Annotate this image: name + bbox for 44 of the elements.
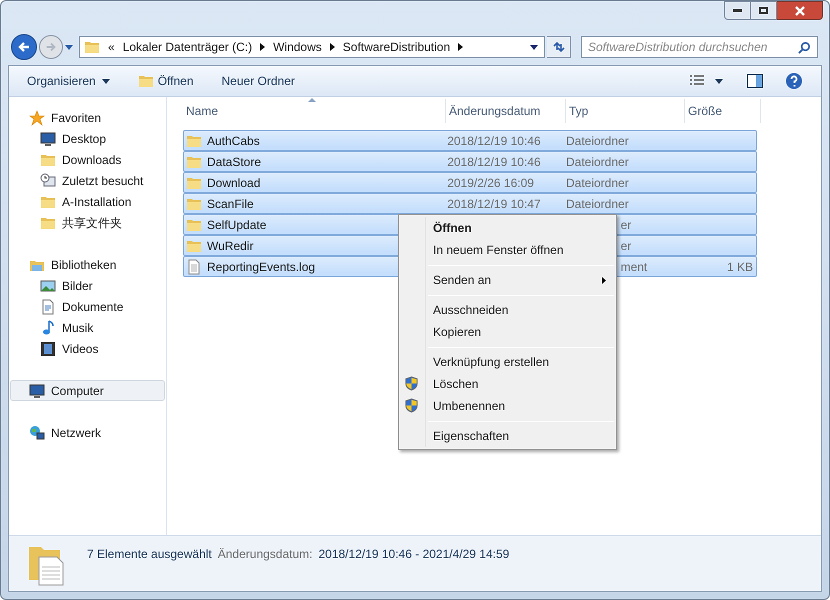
menu-label: Umbenennen (433, 398, 506, 415)
menu-label: Eigenschaften (433, 428, 510, 445)
menu-label: Ausschneiden (433, 302, 508, 319)
date-modified: 2018/12/19 10:46 (447, 134, 541, 148)
selection-count: 7 Elemente ausgewählt (87, 546, 212, 563)
menu-label: Verknüpfung erstellen (433, 354, 550, 371)
menu-label: Löschen (433, 376, 478, 393)
file-name: WuRedir (207, 238, 254, 254)
navigation-label: A-Installation (62, 194, 132, 210)
date-modified: 2018/12/19 10:46 (447, 154, 541, 168)
file-name: AuthCabs (207, 132, 260, 150)
navigation-label: Downloads (62, 152, 122, 168)
detail-value: 2018/12/19 10:46 - 2021/4/29 14:59 (318, 546, 510, 563)
navigation-label: 共享文件夹 (62, 214, 122, 232)
menu-label: Öffnen (433, 220, 472, 237)
navigation-label: Musik (62, 320, 94, 336)
navigation-label: Desktop (62, 130, 106, 148)
file-type: Dateiordner (566, 134, 629, 148)
navigation-label: Dokumente (62, 298, 124, 316)
date-modified: 2018/12/19 10:47 (447, 196, 541, 210)
file-size: 1 KB (726, 260, 753, 274)
menu-label: Senden an (433, 272, 492, 289)
file-name: DataStore (207, 154, 262, 170)
navigation-label: Netzwerk (51, 424, 102, 442)
file-type: Dateiordner (566, 154, 629, 168)
file-type: er (620, 238, 632, 252)
menu-label: In neuem Fenster öffnen (433, 242, 564, 259)
navigation-label: Favoriten (51, 110, 102, 126)
navigation-label: Computer (51, 382, 104, 400)
menu-label: Kopieren (433, 324, 482, 341)
file-type: Dateiordner (566, 196, 629, 210)
navigation-label: Bilder (62, 278, 93, 294)
detail-label: Änderungsdatum: (218, 546, 312, 563)
date-modified: 2019/2/26 16:09 (447, 176, 534, 190)
file-name: ScanFile (207, 196, 254, 212)
file-type: er (620, 218, 632, 232)
file-type: Dateiordner (566, 176, 629, 190)
file-name: SelfUpdate (207, 216, 266, 234)
file-name: Download (207, 174, 260, 192)
navigation-label: Videos (62, 340, 98, 358)
file-type: ment (620, 260, 648, 274)
file-name: ReportingEvents.log (207, 258, 316, 276)
navigation-label: Bibliotheken (51, 256, 116, 274)
navigation-label: Zuletzt besucht (62, 172, 144, 190)
